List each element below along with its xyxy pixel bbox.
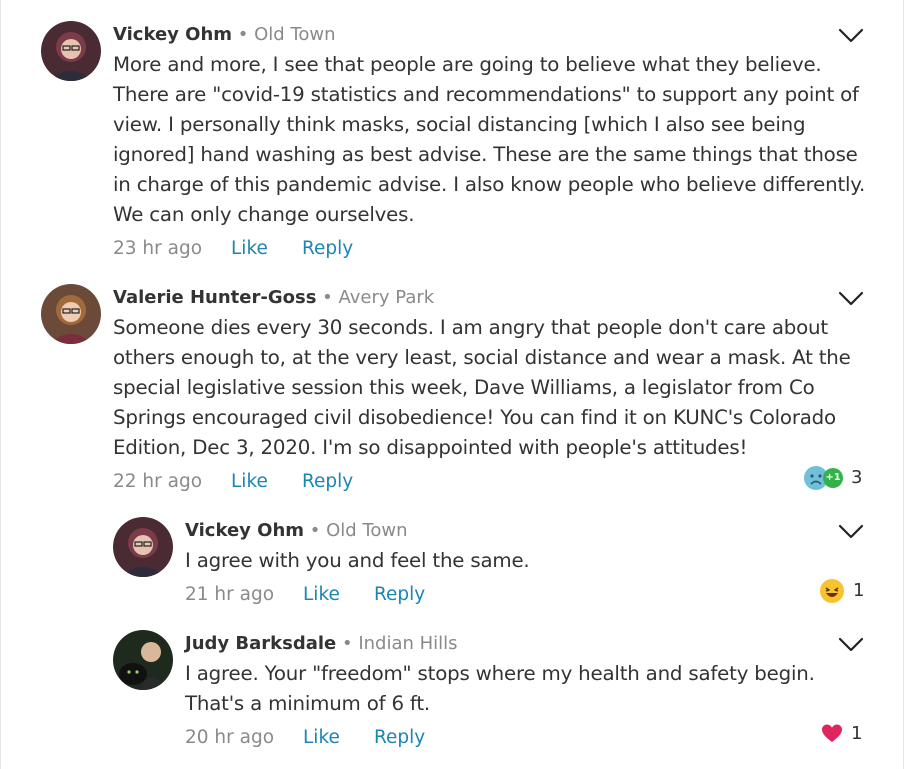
author-name[interactable]: Valerie Hunter-Goss — [113, 287, 316, 308]
plus-one-icon: +1 — [823, 468, 843, 488]
reactions[interactable]: +1 3 — [803, 465, 862, 491]
avatar[interactable] — [41, 284, 101, 344]
reply-button[interactable]: Reply — [302, 238, 353, 260]
like-button[interactable]: Like — [303, 727, 374, 749]
reply-button[interactable]: Reply — [302, 471, 353, 493]
chevron-down-icon[interactable] — [838, 636, 864, 654]
reactions[interactable]: 1 — [821, 723, 862, 745]
reply-button[interactable]: Reply — [374, 584, 425, 606]
avatar[interactable] — [113, 630, 173, 690]
chevron-down-icon[interactable] — [838, 27, 864, 45]
author-name[interactable]: Vickey Ohm — [113, 24, 232, 45]
timestamp: 20 hr ago — [185, 727, 275, 748]
comment-actions: 22 hr ago Like Reply — [113, 471, 353, 493]
reaction-count: 1 — [853, 580, 865, 601]
neighborhood: Indian Hills — [358, 633, 458, 654]
avatar[interactable] — [41, 21, 101, 81]
like-button[interactable]: Like — [303, 584, 374, 606]
chevron-down-icon[interactable] — [838, 290, 864, 308]
author-name[interactable]: Judy Barksdale — [185, 633, 336, 654]
chevron-down-icon[interactable] — [838, 523, 864, 541]
avatar[interactable] — [113, 517, 173, 577]
comment-text: More and more, I see that people are goi… — [113, 53, 866, 226]
heart-icon — [821, 723, 843, 745]
separator: • — [341, 633, 353, 654]
comment-text: I agree. Your "freedom" stops where my h… — [185, 662, 815, 715]
comment-header: Valerie Hunter-Goss • Avery Park — [113, 287, 434, 309]
reactions[interactable]: 1 — [819, 578, 864, 604]
separator: • — [309, 520, 321, 541]
reaction-count: 1 — [851, 723, 863, 744]
timestamp: 23 hr ago — [113, 238, 203, 259]
comment-thread: Vickey Ohm • Old Town More and more, I s… — [0, 0, 904, 769]
comment-actions: 23 hr ago Like Reply — [113, 238, 353, 260]
comment-header: Vickey Ohm • Old Town — [113, 24, 336, 46]
neighborhood: Old Town — [326, 520, 408, 541]
neighborhood: Avery Park — [338, 287, 435, 308]
like-button[interactable]: Like — [231, 238, 302, 260]
reply-button[interactable]: Reply — [374, 727, 425, 749]
separator: • — [237, 24, 249, 45]
comment-header: Judy Barksdale • Indian Hills — [185, 633, 458, 655]
neighborhood: Old Town — [254, 24, 336, 45]
laughing-face-icon — [819, 578, 845, 604]
author-name[interactable]: Vickey Ohm — [185, 520, 304, 541]
comment-actions: 21 hr ago Like Reply — [185, 584, 425, 606]
comment-actions: 20 hr ago Like Reply — [185, 727, 425, 749]
like-button[interactable]: Like — [231, 471, 302, 493]
timestamp: 21 hr ago — [185, 584, 275, 605]
comment-header: Vickey Ohm • Old Town — [185, 520, 408, 542]
reaction-count: 3 — [851, 467, 863, 488]
comment-text: I agree with you and feel the same. — [185, 549, 530, 572]
comment-text: Someone dies every 30 seconds. I am angr… — [113, 316, 851, 459]
separator: • — [322, 287, 333, 308]
timestamp: 22 hr ago — [113, 471, 203, 492]
